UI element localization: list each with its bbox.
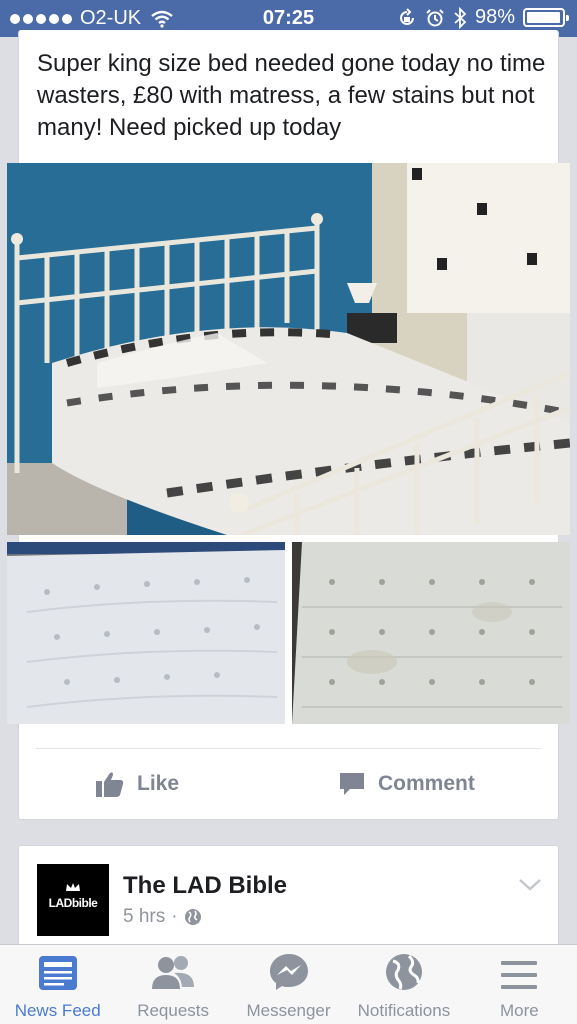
friend-requests-icon — [152, 956, 195, 989]
tab-messenger[interactable]: Messenger — [231, 945, 346, 1024]
alarm-icon — [426, 8, 444, 26]
bluetooth-icon — [454, 6, 467, 29]
tab-notifications[interactable]: Notifications — [346, 945, 461, 1024]
like-button[interactable]: Like — [95, 766, 179, 802]
post-text: Super king size bed needed gone today no… — [37, 50, 546, 141]
bed-photo[interactable] — [7, 163, 570, 535]
tab-more[interactable]: More — [462, 945, 577, 1024]
comment-button[interactable]: Comment — [338, 766, 475, 802]
tab-bar: News Feed Requests Messenger Notificatio… — [0, 944, 577, 1024]
tab-news-feed[interactable]: News Feed — [0, 945, 115, 1024]
battery-icon — [523, 8, 569, 27]
page-name[interactable]: The LAD Bible — [123, 872, 287, 900]
mattress-photo-2[interactable] — [292, 542, 570, 724]
page-logo-text: LADbible — [48, 896, 98, 910]
menu-icon — [501, 961, 538, 989]
meta-separator: · — [171, 906, 178, 927]
comment-icon — [340, 773, 364, 795]
comment-label: Comment — [378, 772, 475, 795]
news-feed-icon — [38, 956, 77, 990]
post-time[interactable]: 5 hrs — [123, 906, 165, 928]
status-right: 98% — [397, 6, 569, 29]
page-avatar[interactable]: LADbible — [37, 864, 109, 936]
tab-label: Messenger — [246, 1001, 331, 1020]
messenger-icon — [269, 954, 308, 990]
post-meta: 5 hrs · — [123, 906, 202, 928]
battery-percentage: 98% — [474, 6, 515, 28]
tab-label: News Feed — [14, 1001, 101, 1020]
tab-label: Requests — [137, 1001, 210, 1020]
divider — [36, 748, 541, 749]
tab-requests[interactable]: Requests — [115, 945, 230, 1024]
rotation-lock-icon — [400, 7, 414, 25]
globe-icon — [385, 954, 422, 990]
chevron-down-icon[interactable] — [518, 878, 542, 892]
public-globe-icon — [184, 909, 201, 925]
thumbs-up-icon — [96, 772, 124, 797]
crown-icon — [66, 883, 80, 891]
tab-label: Notifications — [357, 1001, 451, 1020]
mattress-photo-1[interactable] — [7, 542, 285, 724]
tab-label: More — [499, 1001, 539, 1020]
like-label: Like — [137, 772, 180, 795]
